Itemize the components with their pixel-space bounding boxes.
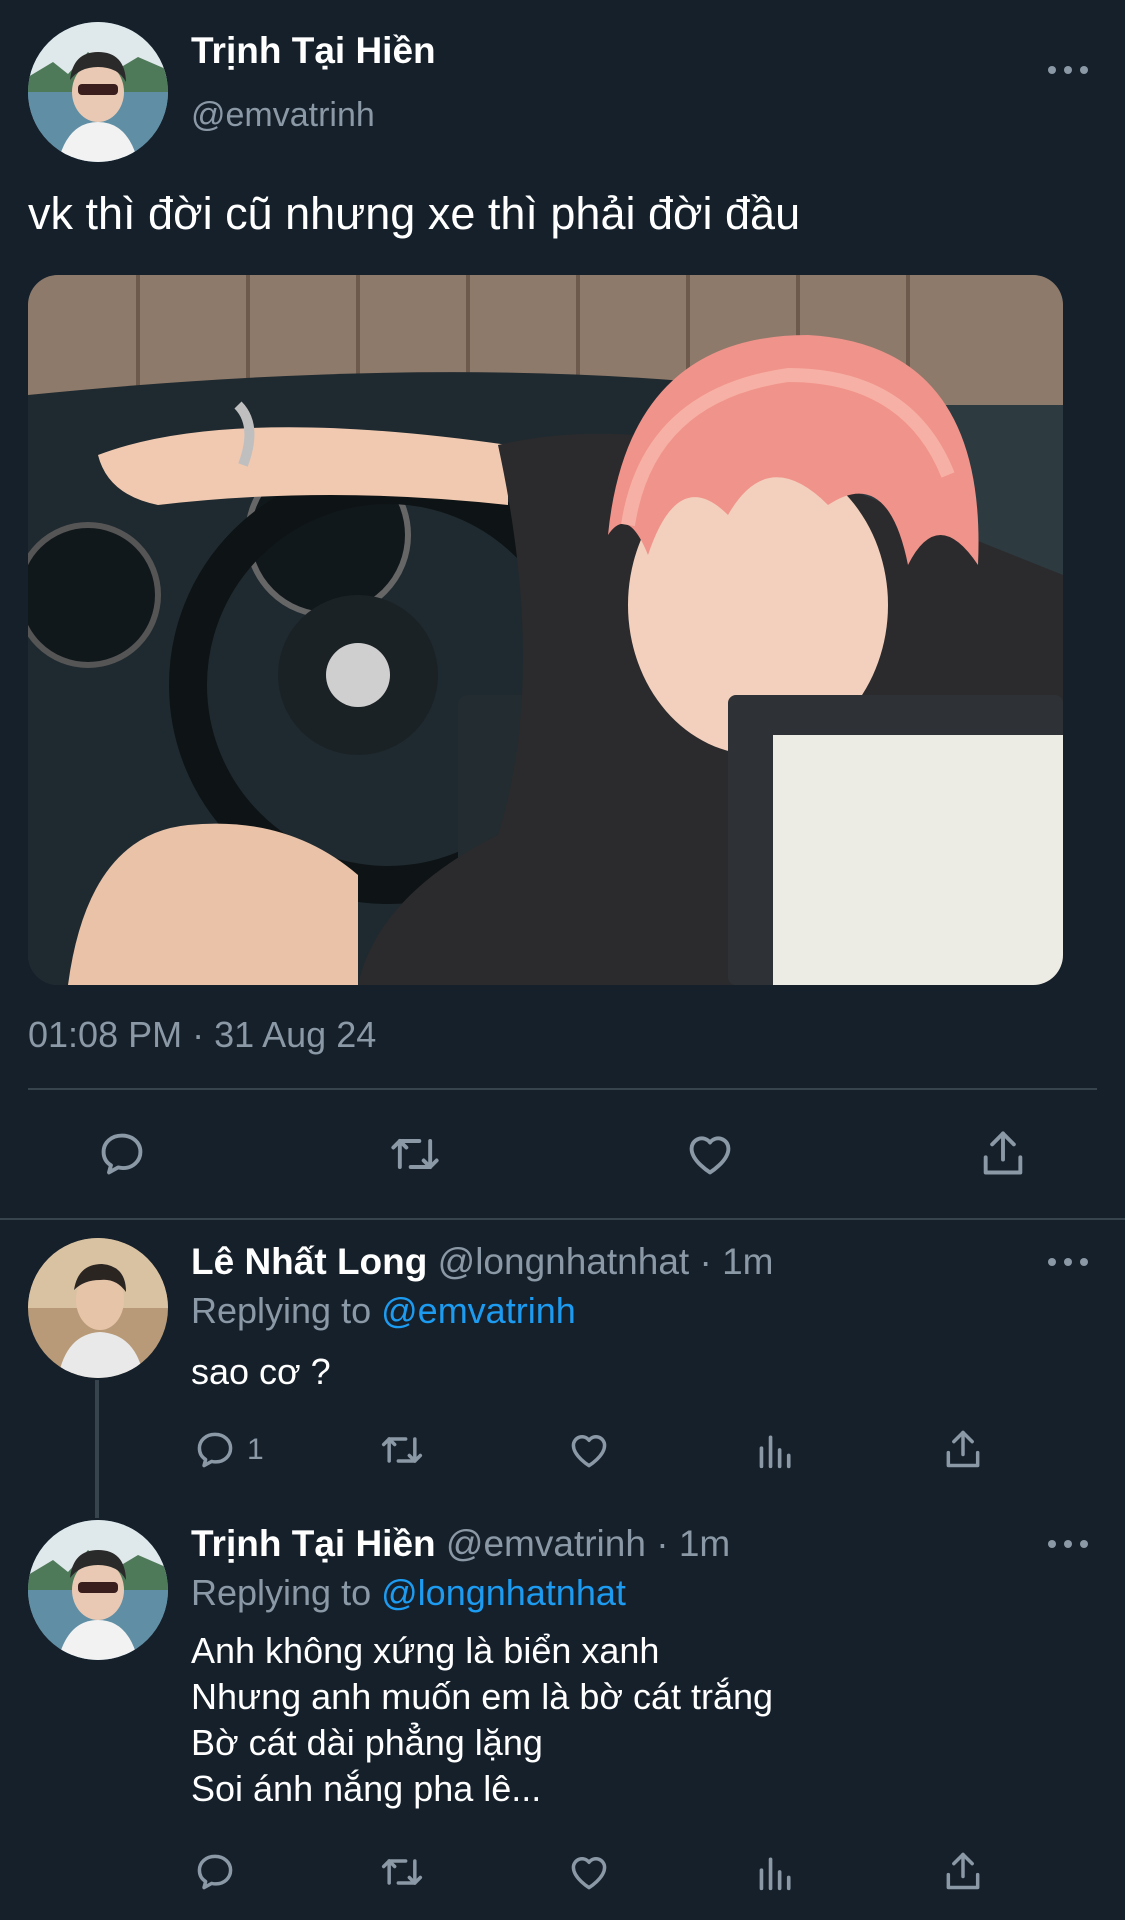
tweet-media-photo[interactable] — [28, 275, 1063, 985]
divider — [0, 1218, 1125, 1220]
tweet-text: vk thì đời cũ nhưng xe thì phải đời đầu — [28, 188, 801, 239]
reply-header: Lê Nhất Long @longnhatnhat · 1m — [191, 1241, 773, 1283]
reply-share-button[interactable] — [941, 1848, 985, 1894]
tweet-timestamp: 01:08 PM · 31 Aug 24 — [28, 1014, 377, 1055]
replying-mention[interactable]: @longnhatnhat — [381, 1572, 626, 1613]
divider — [28, 1088, 1097, 1090]
share-icon — [946, 1430, 980, 1468]
reply-text: sao cơ ? — [191, 1349, 331, 1395]
tweet-detail-page: Trịnh Tại Hiền @emvatrinh vk thì đời cũ … — [0, 0, 1125, 1920]
reply-avatar[interactable] — [28, 1238, 168, 1378]
reply-like-button[interactable] — [566, 1428, 612, 1472]
reply-text-line: Soi ánh nắng pha lê... — [191, 1768, 542, 1809]
reply-icon — [197, 1432, 233, 1468]
reply-share-button[interactable] — [941, 1426, 985, 1472]
like-icon — [571, 1435, 607, 1468]
replying-to-label: Replying to @longnhatnhat — [191, 1572, 626, 1614]
retweet-icon — [381, 1859, 423, 1885]
replying-prefix: Replying to — [191, 1572, 372, 1613]
like-icon — [571, 1857, 607, 1890]
reply-like-button[interactable] — [566, 1850, 612, 1894]
author-handle[interactable]: @emvatrinh — [191, 96, 375, 135]
reply-more-options-icon[interactable] — [1048, 1534, 1088, 1554]
analytics-icon — [759, 1857, 791, 1891]
replying-prefix: Replying to — [191, 1290, 372, 1331]
reply-text: Anh không xứng là biển xanh Nhưng anh mu… — [191, 1628, 773, 1812]
like-button[interactable] — [683, 1128, 737, 1180]
reply-retweet-button[interactable] — [377, 1850, 427, 1894]
retweet-button[interactable] — [386, 1128, 444, 1180]
reply-button[interactable] — [96, 1128, 148, 1180]
author-name[interactable]: Trịnh Tại Hiền — [191, 30, 436, 72]
share-button[interactable] — [977, 1126, 1029, 1180]
reply-analytics-button[interactable] — [756, 1850, 796, 1894]
analytics-icon — [759, 1435, 791, 1469]
thread-connector-line — [95, 1380, 99, 1518]
reply-count: 1 — [247, 1433, 264, 1466]
reply-author-meta[interactable]: @emvatrinh · 1m — [446, 1523, 730, 1564]
share-icon — [946, 1852, 980, 1890]
reply-retweet-button[interactable] — [377, 1428, 427, 1472]
reply-more-options-icon[interactable] — [1048, 1252, 1088, 1272]
like-icon — [689, 1136, 731, 1175]
reply-comment-button[interactable]: 1 — [193, 1428, 264, 1472]
reply-author-meta[interactable]: @longnhatnhat · 1m — [438, 1241, 774, 1282]
retweet-icon — [381, 1437, 423, 1463]
reply-text-line: Nhưng anh muốn em là bờ cát trắng — [191, 1676, 774, 1717]
reply-header: Trịnh Tại Hiền @emvatrinh · 1m — [191, 1523, 730, 1565]
author-avatar[interactable] — [28, 22, 168, 162]
reply-avatar[interactable] — [28, 1520, 168, 1660]
reply-icon — [101, 1133, 143, 1175]
retweet-icon — [391, 1139, 439, 1169]
reply-icon — [197, 1854, 233, 1890]
reply-text-line: Bờ cát dài phẳng lặng — [191, 1722, 543, 1763]
reply-author-name[interactable]: Lê Nhất Long — [191, 1241, 427, 1282]
share-icon — [983, 1131, 1023, 1175]
reply-comment-button[interactable] — [193, 1850, 237, 1894]
reply-analytics-button[interactable] — [756, 1428, 796, 1472]
reply-text-line: Anh không xứng là biển xanh — [191, 1630, 660, 1671]
more-options-icon[interactable] — [1048, 60, 1088, 80]
replying-to-label: Replying to @emvatrinh — [191, 1290, 576, 1332]
replying-mention[interactable]: @emvatrinh — [381, 1290, 576, 1331]
reply-text-line: sao cơ ? — [191, 1351, 331, 1392]
reply-author-name[interactable]: Trịnh Tại Hiền — [191, 1523, 436, 1564]
